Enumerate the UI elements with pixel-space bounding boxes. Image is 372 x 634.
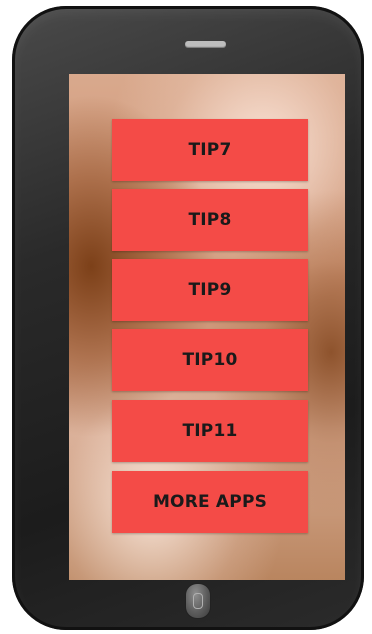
app-screen: TIP7 TIP8 TIP9 TIP10 TIP11 MORE APPS <box>69 74 345 580</box>
tip11-button[interactable]: TIP11 <box>112 400 308 462</box>
home-button-glyph <box>193 593 203 609</box>
tip7-button[interactable]: TIP7 <box>112 119 308 181</box>
phone-frame: TIP7 TIP8 TIP9 TIP10 TIP11 MORE APPS <box>12 6 364 630</box>
more-apps-button[interactable]: MORE APPS <box>112 471 308 533</box>
tip8-button[interactable]: TIP8 <box>112 189 308 251</box>
home-button-icon[interactable] <box>186 584 210 618</box>
tip10-button[interactable]: TIP10 <box>112 329 308 391</box>
speaker-grille-icon <box>185 41 226 48</box>
tip9-button[interactable]: TIP9 <box>112 259 308 321</box>
